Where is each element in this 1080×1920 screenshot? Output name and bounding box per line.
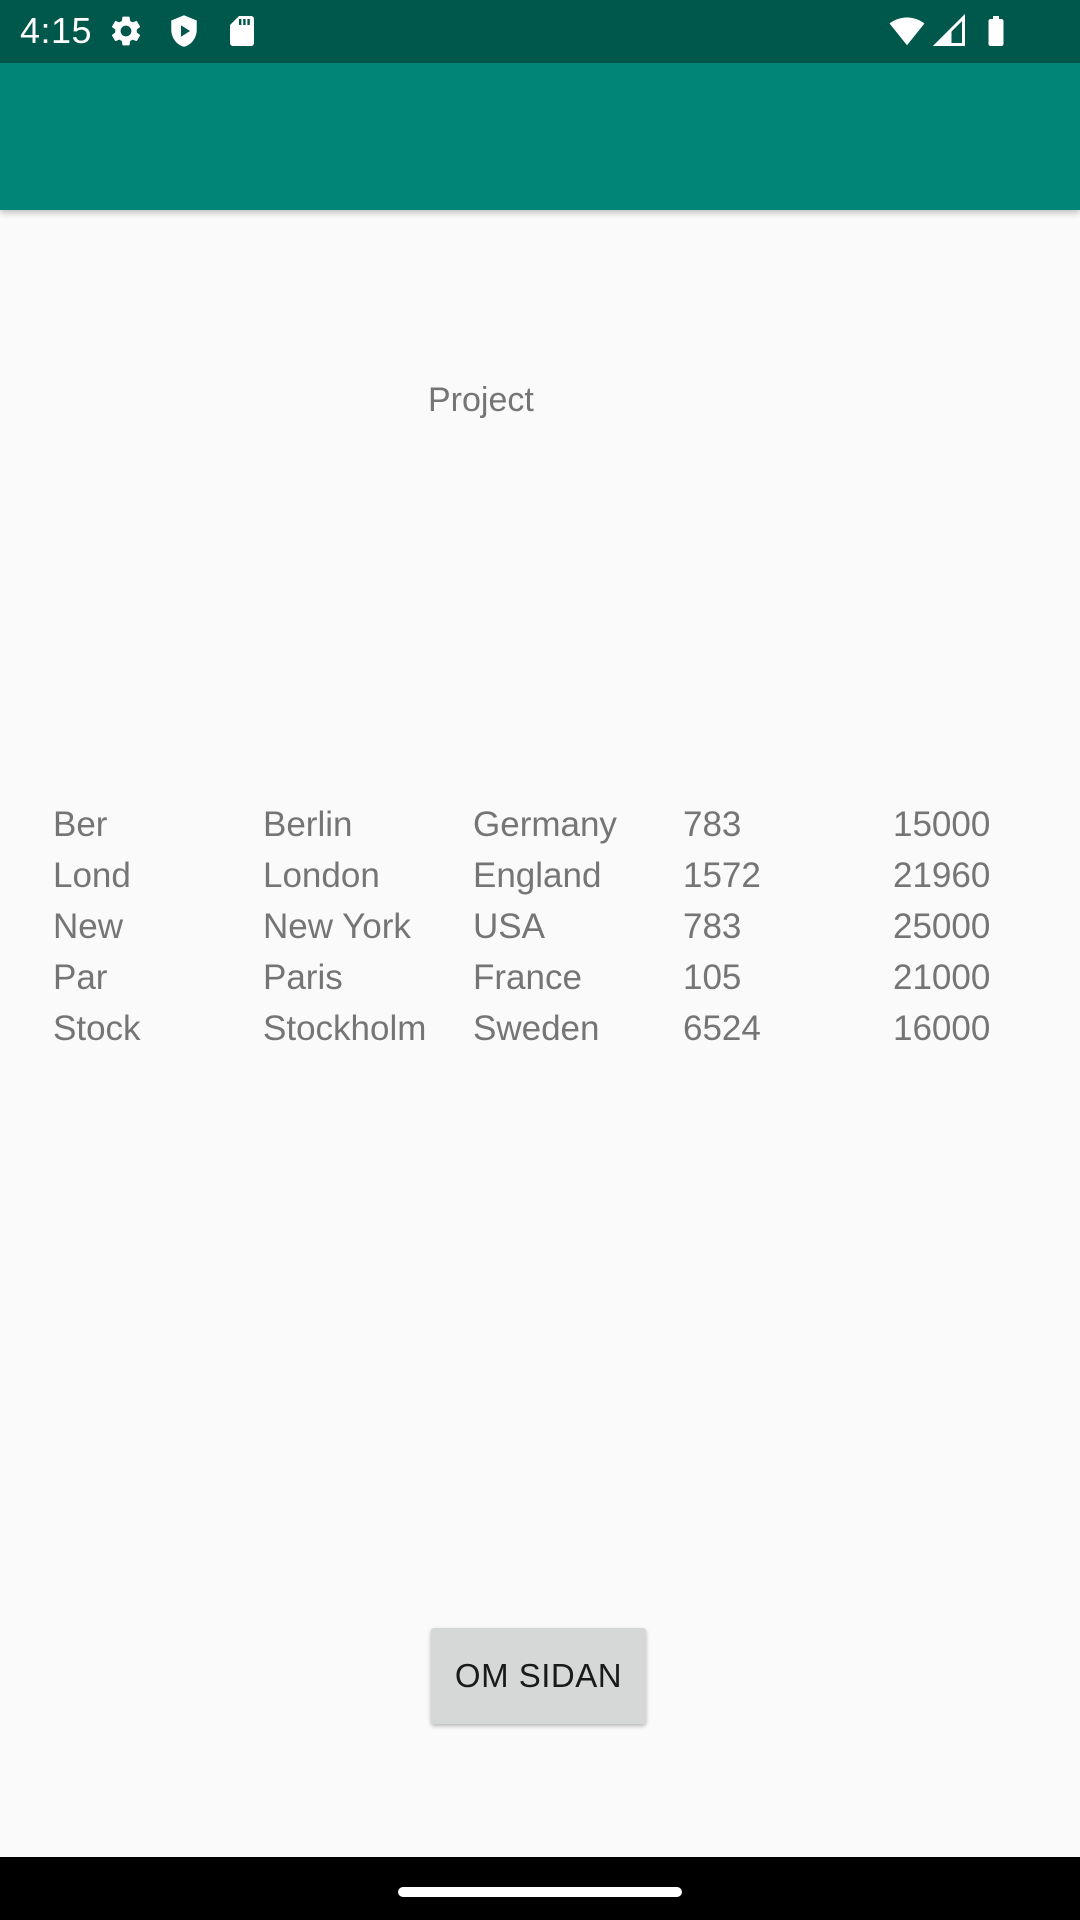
wifi-icon (889, 17, 925, 46)
table-cell-country: France (473, 958, 582, 997)
table-cell-city: Paris (263, 958, 343, 997)
about-page-button[interactable]: OM SIDAN (431, 1628, 646, 1724)
status-bar: 4:15 (0, 0, 1080, 63)
page-title: Project (428, 381, 534, 419)
table-cell-code: Stock (53, 1009, 141, 1048)
table-cell-amount: 15000 (893, 805, 991, 844)
table-cell-amount: 25000 (893, 907, 991, 946)
data-table: Ber Berlin Germany 783 15000 Lond London… (53, 802, 1053, 1057)
navigation-bar (0, 1857, 1080, 1920)
table-cell-value: 105 (683, 958, 742, 997)
table-cell-country: Germany (473, 805, 617, 844)
table-cell-city: New York (263, 907, 411, 946)
table-cell-code: Lond (53, 856, 131, 895)
table-cell-country: USA (473, 907, 545, 946)
cell-signal-icon (932, 13, 965, 46)
table-cell-city: London (263, 856, 380, 895)
table-row: Par Paris France 105 21000 (53, 955, 1053, 1006)
gear-icon (111, 16, 141, 46)
table-cell-city: Stockholm (263, 1009, 427, 1048)
table-cell-code: New (53, 907, 124, 946)
table-cell-amount: 16000 (893, 1009, 991, 1048)
table-row: Lond London England 1572 21960 (53, 853, 1053, 904)
table-cell-code: Ber (53, 805, 108, 844)
app-bar (0, 63, 1080, 210)
home-gesture-handle[interactable] (398, 1887, 682, 1897)
status-time: 4:15 (20, 10, 93, 51)
table-cell-code: Par (53, 958, 108, 997)
table-cell-value: 1572 (683, 856, 761, 895)
table-cell-amount: 21960 (893, 856, 991, 895)
table-cell-value: 6524 (683, 1009, 761, 1048)
table-cell-value: 783 (683, 805, 742, 844)
sd-card-icon (230, 16, 254, 46)
shield-icon (171, 15, 197, 47)
table-cell-city: Berlin (263, 805, 353, 844)
table-cell-value: 783 (683, 907, 742, 946)
table-row: Ber Berlin Germany 783 15000 (53, 802, 1053, 853)
table-cell-amount: 21000 (893, 958, 991, 997)
table-row: New New York USA 783 25000 (53, 904, 1053, 955)
table-row: Stock Stockholm Sweden 6524 16000 (53, 1006, 1053, 1057)
battery-icon (988, 16, 1004, 46)
table-cell-country: England (473, 856, 602, 895)
table-cell-country: Sweden (473, 1009, 600, 1048)
